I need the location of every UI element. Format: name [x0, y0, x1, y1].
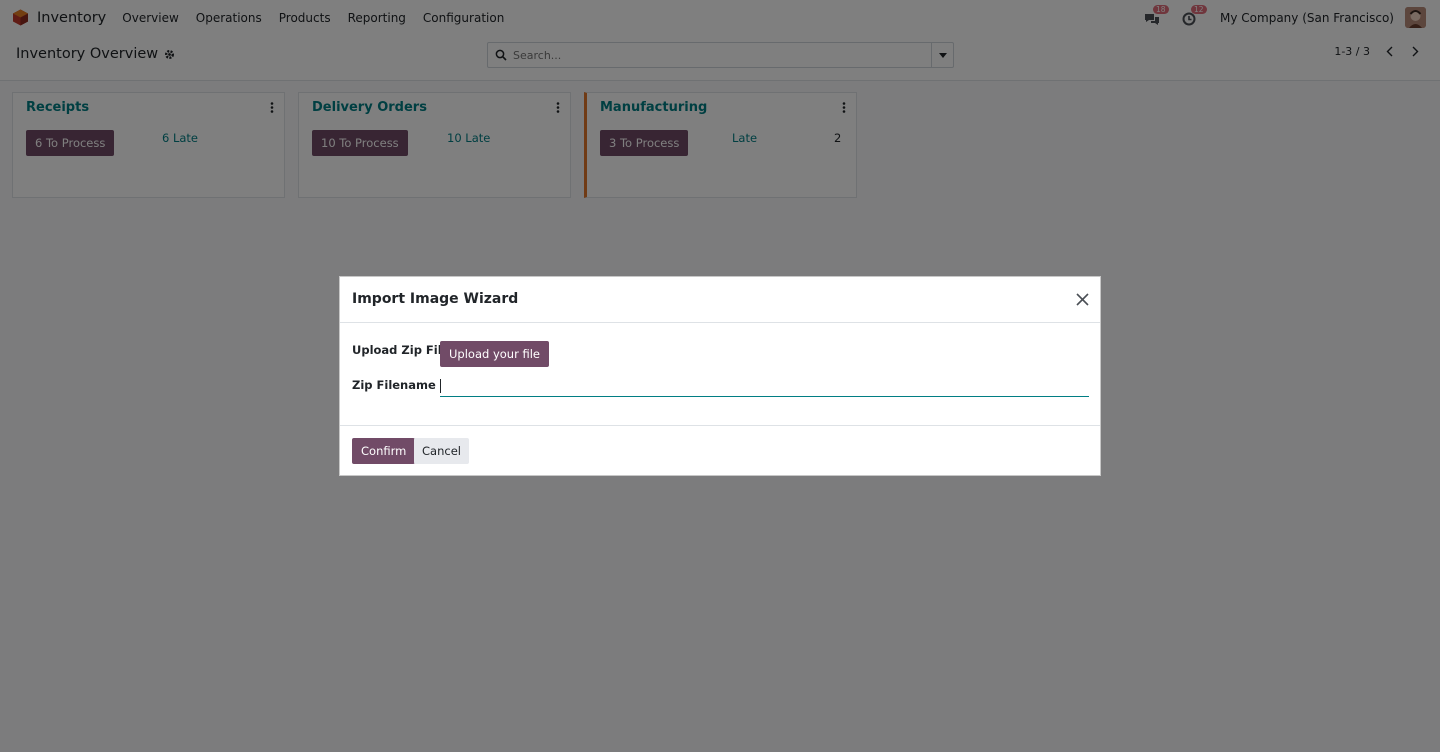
- cancel-button[interactable]: Cancel: [414, 438, 469, 464]
- import-image-dialog: Import Image Wizard Upload Zip File Uplo…: [339, 276, 1101, 476]
- confirm-button[interactable]: Confirm: [352, 438, 416, 464]
- dialog-header: Import Image Wizard: [340, 277, 1100, 323]
- zip-filename-label: Zip Filename: [352, 378, 436, 392]
- upload-file-button[interactable]: Upload your file: [440, 341, 549, 367]
- close-icon[interactable]: [1076, 293, 1089, 306]
- zip-filename-input[interactable]: [440, 377, 1089, 397]
- dialog-footer: Confirm Cancel: [340, 425, 1100, 476]
- text-cursor: [440, 379, 441, 393]
- upload-zip-label: Upload Zip File: [352, 343, 450, 357]
- dialog-title: Import Image Wizard: [352, 291, 519, 307]
